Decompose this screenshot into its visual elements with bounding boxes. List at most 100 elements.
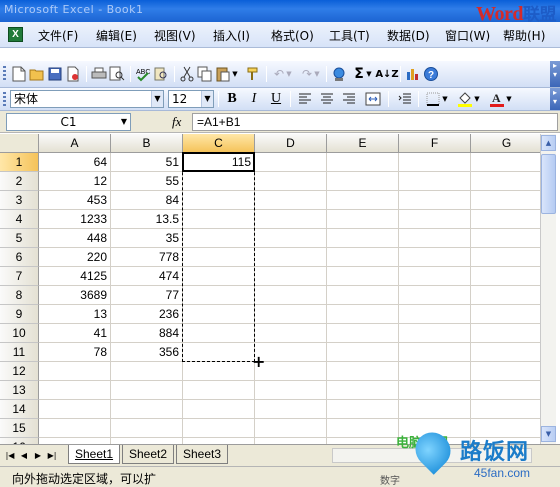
cell-d10[interactable]: [255, 324, 327, 343]
borders-dropdown-icon[interactable]: ▼: [440, 90, 450, 108]
toolbar-grip[interactable]: [3, 92, 6, 108]
cell-a9[interactable]: 13: [39, 305, 111, 324]
tab-sheet2[interactable]: Sheet2: [122, 445, 175, 464]
row-header-4[interactable]: 4: [0, 210, 39, 229]
chevron-down-icon[interactable]: ▼: [118, 114, 130, 130]
sort-asc-icon[interactable]: A↓Z: [375, 65, 398, 83]
column-header-f[interactable]: F: [399, 134, 471, 153]
column-header-g[interactable]: G: [471, 134, 540, 153]
print-preview-icon[interactable]: [108, 65, 126, 83]
cell-d7[interactable]: [255, 267, 327, 286]
cell-e12[interactable]: [327, 362, 399, 381]
cell-a8[interactable]: 3689: [39, 286, 111, 305]
cell-f9[interactable]: [399, 305, 471, 324]
format-painter-icon[interactable]: [244, 65, 262, 83]
cell-c14[interactable]: [183, 400, 255, 419]
cell-a2[interactable]: 12: [39, 172, 111, 191]
cell-e6[interactable]: [327, 248, 399, 267]
row-header-15[interactable]: 15: [0, 419, 39, 438]
chevron-down-icon[interactable]: ▼: [151, 91, 163, 107]
cell-c12[interactable]: [183, 362, 255, 381]
row-header-7[interactable]: 7: [0, 267, 39, 286]
toolbar-grip[interactable]: [3, 66, 6, 82]
cell-g1[interactable]: [471, 153, 540, 172]
cell-e5[interactable]: [327, 229, 399, 248]
cell-a3[interactable]: 453: [39, 191, 111, 210]
cell-f8[interactable]: [399, 286, 471, 305]
font-color-dropdown-icon[interactable]: ▼: [504, 90, 514, 108]
cell-e14[interactable]: [327, 400, 399, 419]
row-header-14[interactable]: 14: [0, 400, 39, 419]
cell-g8[interactable]: [471, 286, 540, 305]
cell-c15[interactable]: [183, 419, 255, 438]
cell-f12[interactable]: [399, 362, 471, 381]
menu-format[interactable]: 格式(O): [271, 27, 314, 44]
cell-d8[interactable]: [255, 286, 327, 305]
italic-button[interactable]: I: [244, 90, 264, 108]
toolbar-options-button[interactable]: ▸ ▾: [550, 61, 560, 87]
cell-a11[interactable]: 78: [39, 343, 111, 362]
cell-a13[interactable]: [39, 381, 111, 400]
underline-button[interactable]: U: [266, 90, 286, 108]
cell-b12[interactable]: [111, 362, 183, 381]
scroll-thumb[interactable]: [541, 154, 556, 214]
cell-g10[interactable]: [471, 324, 540, 343]
cell-g7[interactable]: [471, 267, 540, 286]
cell-e11[interactable]: [327, 343, 399, 362]
cut-icon[interactable]: [178, 65, 196, 83]
cell-e4[interactable]: [327, 210, 399, 229]
cell-f4[interactable]: [399, 210, 471, 229]
align-center-icon[interactable]: [318, 90, 336, 108]
cell-g5[interactable]: [471, 229, 540, 248]
cell-g3[interactable]: [471, 191, 540, 210]
row-header-9[interactable]: 9: [0, 305, 39, 324]
row-header-1[interactable]: 1: [0, 153, 39, 172]
cell-d6[interactable]: [255, 248, 327, 267]
cell-g13[interactable]: [471, 381, 540, 400]
cell-b1[interactable]: 51: [111, 153, 183, 172]
menu-edit[interactable]: 编辑(E): [96, 27, 137, 44]
row-header-12[interactable]: 12: [0, 362, 39, 381]
cell-c3[interactable]: [183, 191, 255, 210]
cell-f14[interactable]: [399, 400, 471, 419]
cell-b5[interactable]: 35: [111, 229, 183, 248]
cell-a6[interactable]: 220: [39, 248, 111, 267]
last-sheet-icon[interactable]: ▶|: [46, 449, 58, 462]
cell-a7[interactable]: 4125: [39, 267, 111, 286]
row-header-10[interactable]: 10: [0, 324, 39, 343]
row-header-13[interactable]: 13: [0, 381, 39, 400]
cell-e13[interactable]: [327, 381, 399, 400]
undo-dropdown-icon[interactable]: ▼: [284, 65, 294, 83]
excel-app-icon[interactable]: X: [8, 27, 23, 42]
cell-b15[interactable]: [111, 419, 183, 438]
cell-f13[interactable]: [399, 381, 471, 400]
worksheet-grid[interactable]: A B C D E F G 1 64 51 115 2 12 55 3 453 84 4 1233 13.5 5 448 3…: [0, 134, 540, 444]
cell-e7[interactable]: [327, 267, 399, 286]
open-icon[interactable]: [28, 65, 46, 83]
cell-d13[interactable]: [255, 381, 327, 400]
permission-icon[interactable]: [64, 65, 82, 83]
menu-window[interactable]: 窗口(W): [445, 27, 490, 44]
align-left-icon[interactable]: [296, 90, 314, 108]
cell-d9[interactable]: [255, 305, 327, 324]
indent-icon[interactable]: [396, 90, 414, 108]
cell-f2[interactable]: [399, 172, 471, 191]
first-sheet-icon[interactable]: |◀: [4, 449, 16, 462]
cell-b13[interactable]: [111, 381, 183, 400]
row-header-2[interactable]: 2: [0, 172, 39, 191]
help-icon[interactable]: ?: [422, 65, 440, 83]
cell-f3[interactable]: [399, 191, 471, 210]
chart-wizard-icon[interactable]: [404, 65, 422, 83]
font-size-select[interactable]: 12 ▼: [168, 90, 214, 108]
cell-b8[interactable]: 77: [111, 286, 183, 305]
menu-file[interactable]: 文件(F): [38, 27, 78, 44]
cell-f6[interactable]: [399, 248, 471, 267]
cell-a4[interactable]: 1233: [39, 210, 111, 229]
menu-data[interactable]: 数据(D): [387, 27, 430, 44]
cell-f10[interactable]: [399, 324, 471, 343]
row-header-8[interactable]: 8: [0, 286, 39, 305]
cell-g14[interactable]: [471, 400, 540, 419]
cell-d4[interactable]: [255, 210, 327, 229]
cell-c11[interactable]: [183, 343, 255, 362]
cell-c10[interactable]: [183, 324, 255, 343]
